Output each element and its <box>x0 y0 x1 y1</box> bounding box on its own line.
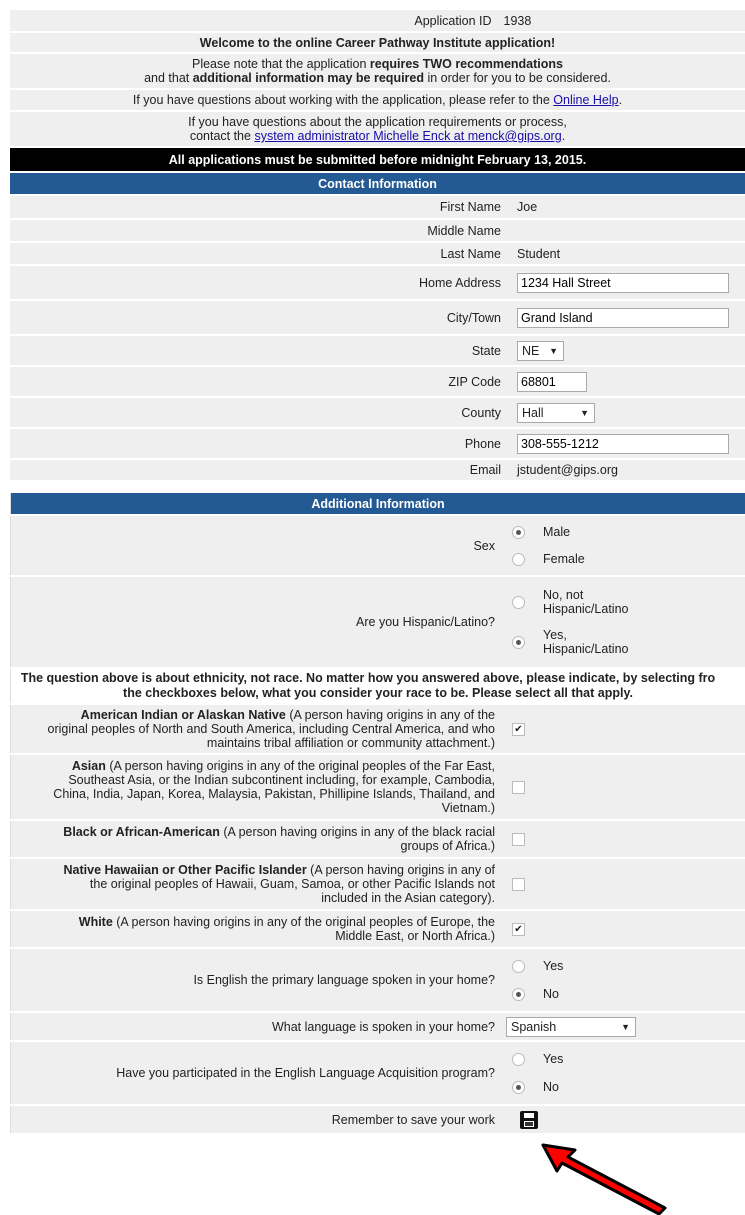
middle-name-label: Middle Name <box>10 219 509 243</box>
english-no-radio[interactable] <box>512 987 525 1001</box>
race-note-line: the checkboxes below, what you consider … <box>123 686 633 700</box>
note-text: in order for you to be considered. <box>424 71 611 85</box>
phone-label: Phone <box>10 428 509 460</box>
race-american-indian-checkbox[interactable]: ✔ <box>512 723 525 737</box>
application-id-row: Application ID 1938 <box>10 10 745 33</box>
phone-input[interactable] <box>517 433 729 454</box>
english-yes-label: Yes <box>543 959 564 973</box>
last-name-value: Student <box>509 242 745 266</box>
sex-male-label: Male <box>543 525 571 539</box>
race-note-line: The question above is about ethnicity, n… <box>20 671 716 685</box>
dropdown-arrow-icon: ▼ <box>549 345 558 356</box>
hispanic-no-label: No, not Hispanic/Latino <box>543 588 629 616</box>
save-reminder: Remember to save your work <box>10 1105 503 1135</box>
deadline-banner: All applications must be submitted befor… <box>10 147 745 173</box>
ela-no-label: No <box>543 1080 559 1094</box>
home-address-input[interactable] <box>517 272 729 293</box>
race-white-checkbox[interactable]: ✔ <box>512 923 525 937</box>
req-text: If you have questions about the applicat… <box>188 115 567 129</box>
race-american-indian-desc: American Indian or Alaskan Native (A per… <box>10 704 503 755</box>
red-arrow-annotation <box>541 1143 667 1215</box>
home-language-value: Spanish <box>511 1019 557 1034</box>
english-no-label: No <box>543 987 559 1001</box>
dropdown-arrow-icon: ▼ <box>621 1021 630 1032</box>
state-value: NE <box>522 343 540 358</box>
dropdown-arrow-icon: ▼ <box>580 407 589 418</box>
english-yes-radio[interactable] <box>512 959 525 973</box>
first-name-value: Joe <box>509 196 745 220</box>
ela-no-radio[interactable] <box>512 1080 525 1094</box>
email-label: Email <box>10 459 509 482</box>
sex-female-label: Female <box>543 552 585 566</box>
application-header-table: Application ID 1938 Welcome to the online… <box>10 10 745 482</box>
additional-info-table: Additional Information Sex Male Female A… <box>10 493 745 1135</box>
recommendation-note: Please note that the application require… <box>10 53 745 90</box>
county-label: County <box>10 397 509 429</box>
sex-label: Sex <box>10 515 503 577</box>
city-input[interactable] <box>517 307 729 328</box>
race-black-desc: Black or African-American (A person havi… <box>10 820 503 859</box>
race-instructions: The question above is about ethnicity, n… <box>10 668 745 705</box>
additional-section-title: Additional Information <box>10 493 745 516</box>
save-floppy-disk-icon[interactable] <box>520 1110 538 1129</box>
welcome-text: Welcome to the online Career Pathway Ins… <box>10 32 745 54</box>
admin-email-link[interactable]: system administrator Michelle Enck at me… <box>254 129 561 143</box>
home-language-select[interactable]: Spanish ▼ <box>506 1016 636 1037</box>
note-bold: additional information may be required <box>192 71 424 85</box>
app-id-label: Application ID <box>414 13 492 28</box>
help-text: If you have questions about working with… <box>132 93 554 107</box>
city-label: City/Town <box>10 300 509 336</box>
contact-admin-row: If you have questions about the applicat… <box>10 111 745 148</box>
online-help-link[interactable]: Online Help <box>553 93 618 107</box>
note-bold: requires TWO recommendations <box>369 57 563 71</box>
sex-female-radio[interactable] <box>512 552 525 566</box>
ela-yes-radio[interactable] <box>512 1052 525 1066</box>
county-value: Hall <box>522 405 544 420</box>
zip-label: ZIP Code <box>10 366 509 398</box>
hispanic-yes-label: Yes, Hispanic/Latino <box>543 628 629 656</box>
race-pacific-islander-checkbox[interactable] <box>512 878 525 892</box>
help-row: If you have questions about working with… <box>10 89 745 112</box>
zip-input[interactable] <box>517 371 587 392</box>
contact-section-title: Contact Information <box>10 172 745 196</box>
race-black-checkbox[interactable] <box>512 833 525 847</box>
middle-name-value <box>509 219 745 243</box>
contact-form: First Name Joe Middle Name Last Name Stude… <box>10 196 745 482</box>
help-end: . <box>618 93 623 107</box>
last-name-label: Last Name <box>10 242 509 266</box>
email-value: jstudent@gips.org <box>509 459 745 482</box>
hispanic-label: Are you Hispanic/Latino? <box>10 576 503 669</box>
race-pacific-islander-desc: Native Hawaiian or Other Pacific Islande… <box>10 858 503 911</box>
ela-label: Have you participated in the English Lan… <box>10 1041 503 1106</box>
race-asian-desc: Asian (A person having origins in any of… <box>10 754 503 821</box>
home-address-label: Home Address <box>10 265 509 301</box>
state-label: State <box>10 335 509 367</box>
home-language-label: What language is spoken in your home? <box>10 1012 503 1042</box>
ela-yes-label: Yes <box>543 1052 564 1066</box>
state-select[interactable]: NE ▼ <box>517 340 564 361</box>
note-text: and that <box>144 71 193 85</box>
race-white-desc: White (A person having origins in any of… <box>10 910 503 949</box>
race-asian-checkbox[interactable] <box>512 781 525 795</box>
hispanic-yes-radio[interactable] <box>512 635 525 649</box>
english-primary-label: Is English the primary language spoken i… <box>10 948 503 1013</box>
county-select[interactable]: Hall ▼ <box>517 402 595 423</box>
note-text: Please note that the application <box>191 57 370 71</box>
req-text: contact the <box>189 129 255 143</box>
req-end: . <box>561 129 566 143</box>
sex-male-radio[interactable] <box>512 525 525 539</box>
first-name-label: First Name <box>10 196 509 220</box>
hispanic-no-radio[interactable] <box>512 595 525 609</box>
app-id-value: 1938 <box>503 13 532 28</box>
